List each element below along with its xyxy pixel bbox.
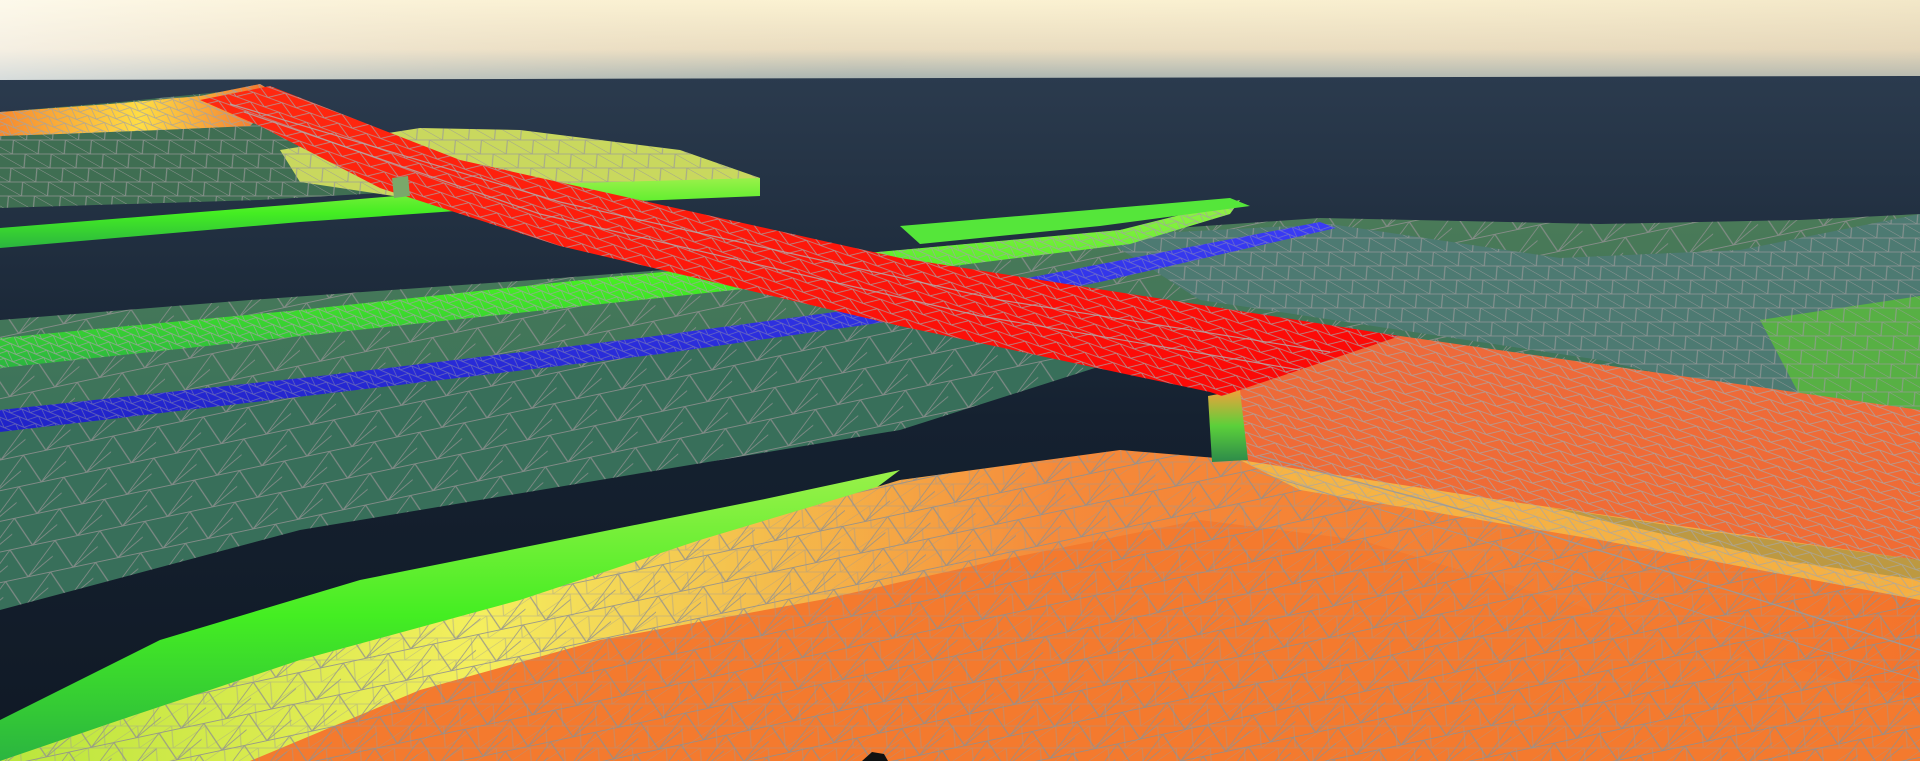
bridge-pier-left (392, 176, 410, 198)
terrain-scene[interactable] (0, 0, 1920, 761)
3d-viewport[interactable] (0, 0, 1920, 761)
sky-glow (0, 0, 1920, 90)
